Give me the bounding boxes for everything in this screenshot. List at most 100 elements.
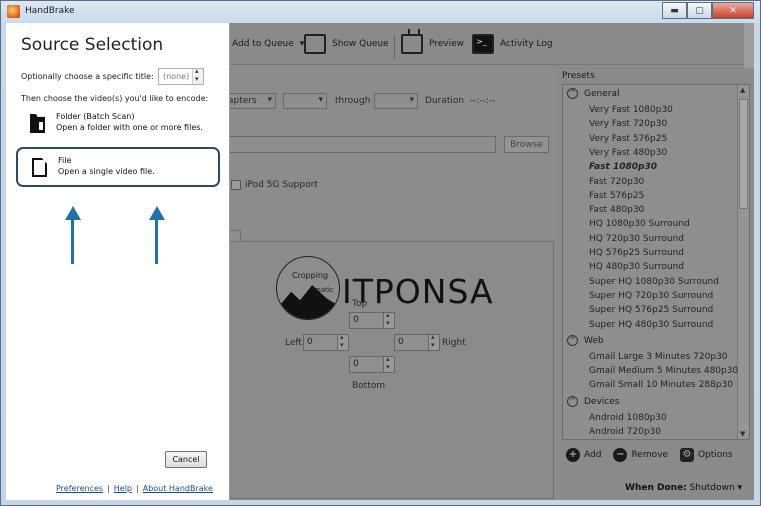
- about-handbrake-link[interactable]: About HandBrake: [143, 484, 213, 493]
- preset-item[interactable]: Super HQ 1080p30 Surround: [589, 275, 719, 289]
- title-spin-arrows[interactable]: [192, 67, 203, 84]
- crop-bottom-spin-arrows[interactable]: [383, 355, 394, 372]
- folder-option-description: Open a folder with one or more files.: [56, 123, 203, 132]
- duration-label: Duration: [425, 96, 465, 106]
- preset-item[interactable]: Fast 1080p30: [589, 160, 657, 174]
- preset-item[interactable]: Very Fast 720p30: [589, 117, 667, 131]
- crop-right-stepper[interactable]: 0: [394, 333, 440, 351]
- source-selection-flyout: Source Selection Optionally choose a spe…: [6, 23, 230, 500]
- through-label: through: [335, 96, 371, 106]
- add-to-queue-label: Add to Queue: [232, 39, 294, 49]
- flyout-links: Preferences | Help | About HandBrake: [56, 484, 213, 493]
- crop-top-spin-arrows[interactable]: [383, 311, 394, 328]
- crop-right-value: 0: [398, 337, 404, 347]
- preset-item[interactable]: Gmail Small 10 Minutes 288p30: [589, 378, 733, 392]
- title-stepper[interactable]: (none): [158, 67, 204, 85]
- preset-item[interactable]: HQ 720p30 Surround: [589, 232, 684, 246]
- preset-item[interactable]: HQ 480p30 Surround: [589, 260, 684, 274]
- presets-scrollbar[interactable]: ▲ ▼: [737, 85, 749, 439]
- preset-item[interactable]: Very Fast 1080p30: [589, 103, 673, 117]
- preset-item[interactable]: Gmail Large 3 Minutes 720p30: [589, 350, 728, 364]
- crop-top-label: Top: [352, 299, 368, 309]
- scroll-down-icon[interactable]: ▼: [740, 430, 745, 438]
- presets-title: Presets: [562, 71, 595, 81]
- when-done-value: Shutdown: [689, 483, 735, 493]
- scroll-up-icon[interactable]: ▲: [740, 86, 745, 94]
- add-preset-label: Add: [584, 450, 602, 460]
- preset-item[interactable]: Super HQ 720p30 Surround: [589, 289, 713, 303]
- help-link[interactable]: Help: [114, 484, 132, 493]
- ipod-support-checkbox[interactable]: [231, 180, 241, 190]
- preset-item[interactable]: HQ 576p25 Surround: [589, 246, 684, 260]
- file-option[interactable]: File Open a single video file.: [16, 147, 220, 187]
- toolbar-separator: [394, 35, 395, 59]
- chapter-end-dropdown[interactable]: [374, 93, 418, 109]
- ipod-support-label: iPod 5G Support: [245, 180, 318, 190]
- crop-left-spin-arrows[interactable]: [337, 333, 348, 350]
- preset-item[interactable]: Fast 720p30: [589, 175, 644, 189]
- handbrake-app-icon: [7, 5, 20, 18]
- terminal-icon: [472, 34, 494, 54]
- preset-item[interactable]: Fast 576p25: [589, 189, 644, 203]
- add-preset-button[interactable]: + Add: [566, 448, 601, 462]
- preset-group-label: Devices: [584, 396, 620, 407]
- collapse-toggle-icon[interactable]: ^: [567, 334, 578, 346]
- crop-top-stepper[interactable]: 0: [349, 311, 395, 329]
- collapse-toggle-icon[interactable]: ^: [567, 88, 578, 99]
- preset-item[interactable]: Android 1080p30: [589, 411, 667, 425]
- preset-item[interactable]: HQ 1080p30 Surround: [589, 217, 690, 231]
- when-done-control[interactable]: When Done: Shutdown ▾: [625, 483, 742, 493]
- preset-item[interactable]: Fast 480p30: [589, 203, 644, 217]
- chevron-down-icon: ▾: [737, 483, 742, 493]
- title-stepper-value: (none): [163, 72, 190, 81]
- queue-icon: [304, 34, 326, 54]
- preset-group-general[interactable]: ^ General: [567, 87, 619, 101]
- preset-item[interactable]: Super HQ 576p25 Surround: [589, 303, 713, 317]
- activity-log-button[interactable]: Activity Log: [472, 34, 553, 54]
- preset-options-button[interactable]: ⚙ Options: [679, 448, 733, 462]
- preset-item[interactable]: Android 720p30: [589, 425, 661, 439]
- source-selection-title: Source Selection: [21, 35, 164, 55]
- when-done-label: When Done:: [625, 483, 687, 493]
- preset-item[interactable]: Gmail Medium 5 Minutes 480p30: [589, 364, 738, 378]
- maximize-button[interactable]: ▢: [687, 2, 712, 19]
- close-button[interactable]: ✕: [712, 2, 754, 19]
- crop-bottom-stepper[interactable]: 0: [349, 355, 395, 373]
- crop-left-value: 0: [307, 337, 313, 347]
- title-bar[interactable]: HandBrake ▬ ▢ ✕: [1, 1, 760, 23]
- file-icon: [32, 158, 47, 177]
- window-scroll-strip[interactable]: [744, 23, 754, 68]
- activity-log-label: Activity Log: [500, 39, 553, 49]
- remove-preset-button[interactable]: − Remove: [613, 448, 668, 462]
- preview-button[interactable]: Preview: [401, 34, 464, 54]
- minimize-button[interactable]: ▬: [662, 2, 687, 19]
- destination-input[interactable]: [222, 136, 496, 153]
- browse-button[interactable]: Browse: [504, 136, 549, 153]
- show-queue-button[interactable]: Show Queue: [304, 34, 389, 54]
- cancel-button[interactable]: Cancel: [165, 451, 207, 468]
- file-option-name: File: [58, 156, 72, 165]
- chapter-start-dropdown[interactable]: [283, 93, 327, 109]
- preset-group-devices[interactable]: ^ Devices: [567, 395, 619, 409]
- tv-icon: [401, 34, 423, 54]
- preset-group-web[interactable]: ^ Web: [567, 334, 604, 348]
- preset-item[interactable]: Super HQ 480p30 Surround: [589, 318, 713, 332]
- collapse-toggle-icon[interactable]: ^: [567, 395, 578, 407]
- preset-item[interactable]: Very Fast 480p30: [589, 146, 667, 160]
- presets-list[interactable]: ▲ ▼ ^ General Very Fast 1080p30 Very Fast 7…: [562, 84, 750, 440]
- arrow-up-icon: [65, 206, 81, 264]
- file-option-description: Open a single video file.: [58, 167, 155, 176]
- title-prompt: Optionally choose a specific title:: [21, 72, 154, 81]
- preferences-link[interactable]: Preferences: [56, 484, 103, 493]
- scroll-thumb[interactable]: [739, 99, 748, 209]
- crop-left-stepper[interactable]: 0: [303, 333, 349, 351]
- crop-right-spin-arrows[interactable]: [428, 333, 439, 350]
- add-to-queue-button[interactable]: Add to Queue ▾: [232, 39, 304, 49]
- remove-preset-label: Remove: [631, 450, 668, 460]
- preset-item[interactable]: Android 576p25: [589, 439, 661, 440]
- folder-batch-scan-option[interactable]: Folder (Batch Scan) Open a folder with o…: [16, 105, 220, 145]
- minus-icon: −: [613, 448, 628, 462]
- presets-panel: Presets ▲ ▼ ^ General Very Fast 1080p30 Ver…: [558, 66, 754, 500]
- window-title: HandBrake: [25, 6, 75, 16]
- preset-item[interactable]: Very Fast 576p25: [589, 132, 667, 146]
